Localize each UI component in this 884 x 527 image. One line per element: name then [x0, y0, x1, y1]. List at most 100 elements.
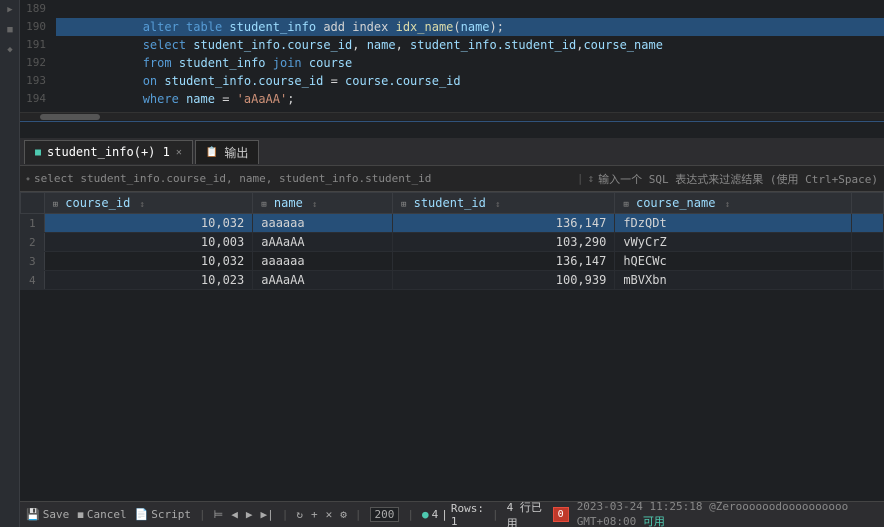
code-line-189: alter table student_info add index idx_n…: [56, 0, 884, 18]
settings-item[interactable]: ⚙: [340, 508, 347, 521]
scroll-indicator: [20, 121, 884, 122]
zero-button[interactable]: 0: [553, 507, 569, 522]
nav-next-icon: ▶: [246, 508, 253, 521]
table-row[interactable]: 210,003aAAaAA103,290vWyCrZ: [21, 233, 884, 252]
timezone-info: GMT+08:00: [577, 515, 637, 527]
tab-label-student-info: student_info(+) 1: [47, 145, 170, 159]
refresh-icon: ↻: [296, 508, 303, 521]
gutter-icon-3: ◆: [0, 40, 20, 60]
nav-prev[interactable]: ◀: [231, 508, 238, 521]
col-prefix-icon-3: ⊞: [401, 200, 406, 210]
refresh-item[interactable]: ↻: [296, 508, 303, 521]
sql-input-bar: ⬩ select student_info.course_id, name, s…: [20, 166, 884, 192]
col-header-name[interactable]: ⊞ name ↕: [253, 193, 393, 214]
time-info: 2023-03-24 11:25:18 @Zeroooooodooooooooo…: [577, 500, 878, 527]
cell-course_name-4: mBVXbn: [615, 271, 851, 290]
table-row[interactable]: 410,023aAAaAA100,939mBVXbn: [21, 271, 884, 290]
cell-course_id-4: 10,023: [44, 271, 253, 290]
sep-3: |: [355, 508, 362, 521]
cell-student_id-2: 103,290: [392, 233, 614, 252]
script-item[interactable]: 📄 Script: [135, 508, 191, 521]
row-number-3: 3: [21, 252, 45, 271]
cell-course_id-1: 10,032: [44, 214, 253, 233]
save-label: Save: [43, 508, 70, 521]
limit-item[interactable]: 200: [370, 507, 400, 522]
row-number-2: 2: [21, 233, 45, 252]
cell-empty-2: [851, 233, 883, 252]
tab-close-icon[interactable]: ✕: [176, 147, 182, 158]
cell-name-2: aAAaAA: [253, 233, 393, 252]
table-header-row: ⊞ course_id ↕ ⊞ name ↕ ⊞ student_id: [21, 193, 884, 214]
nav-last-icon: ▶|: [261, 508, 274, 521]
nav-first[interactable]: ⊨: [214, 508, 224, 521]
script-icon: 📄: [135, 508, 149, 521]
col-header-student-id[interactable]: ⊞ student_id ↕: [392, 193, 614, 214]
save-item[interactable]: 💾 Save: [26, 508, 69, 521]
add-item[interactable]: +: [311, 508, 318, 521]
col-sort-icon[interactable]: ↕: [140, 200, 145, 210]
editor-scrollbar[interactable]: [20, 112, 884, 120]
code-area: 189 190 191 192 193 194 195 alter table …: [20, 0, 884, 112]
code-content[interactable]: alter table student_info add index idx_n…: [52, 0, 884, 112]
col-sort-icon-3[interactable]: ↕: [495, 200, 500, 210]
cell-empty-1: [851, 214, 883, 233]
table-row[interactable]: 110,032aaaaaa136,147fDzQDt: [21, 214, 884, 233]
line-numbers: 189 190 191 192 193 194 195: [20, 0, 52, 112]
col-prefix-icon-2: ⊞: [261, 200, 266, 210]
cell-empty-3: [851, 252, 883, 271]
cell-course_id-3: 10,032: [44, 252, 253, 271]
col-header-empty: [851, 193, 883, 214]
cancel-item[interactable]: ◼ Cancel: [77, 508, 126, 521]
col-sort-icon-4[interactable]: ↕: [725, 200, 730, 210]
cell-student_id-1: 136,147: [392, 214, 614, 233]
cell-name-4: aAAaAA: [253, 271, 393, 290]
cell-course_id-2: 10,003: [44, 233, 253, 252]
sep-4: |: [407, 508, 414, 521]
tab-output[interactable]: 📋 输出: [195, 140, 259, 164]
sep-5: |: [492, 508, 499, 521]
zero-label: 0: [558, 509, 564, 520]
cancel-label: Cancel: [87, 508, 127, 521]
col-label-student-id: student_id: [414, 196, 486, 210]
limit-value[interactable]: 200: [370, 507, 400, 522]
delete-item[interactable]: ✕: [326, 508, 333, 521]
editor-scrollbar-thumb[interactable]: [40, 114, 100, 120]
tab-student-info[interactable]: ■ student_info(+) 1 ✕: [24, 140, 193, 164]
nav-first-icon: ⊨: [214, 508, 224, 521]
script-label: Script: [151, 508, 191, 521]
rows-count: 4: [432, 508, 439, 521]
time-display: 2023-03-24 11:25:18: [577, 500, 703, 513]
row-number-4: 4: [21, 271, 45, 290]
code-editor: 189 190 191 192 193 194 195 alter table …: [20, 0, 884, 138]
gutter-icon-2: ■: [0, 20, 20, 40]
tab-db-icon: ■: [35, 147, 41, 158]
settings-icon: ⚙: [340, 508, 347, 521]
gutter-icon-1: ▶: [0, 0, 20, 20]
results-table-container[interactable]: ⊞ course_id ↕ ⊞ name ↕ ⊞ student_id: [20, 192, 884, 501]
sql-filter-icon: ⬩: [26, 172, 30, 186]
rows-count-item: ● 4 | Rows: 1: [422, 502, 484, 527]
status-bar: 💾 Save ◼ Cancel 📄 Script | ⊨ ◀ ▶ ▶|: [20, 501, 884, 527]
cell-name-1: aaaaaa: [253, 214, 393, 233]
col-header-course-name[interactable]: ⊞ course_name ↕: [615, 193, 851, 214]
nav-next[interactable]: ▶: [246, 508, 253, 521]
results-table: ⊞ course_id ↕ ⊞ name ↕ ⊞ student_id: [20, 192, 884, 290]
user-info: @Zeroooooodoooooooooo: [709, 500, 848, 513]
col-label-name: name: [274, 196, 303, 210]
delete-icon: ✕: [326, 508, 333, 521]
left-gutter: ▶ ■ ◆: [0, 0, 20, 527]
tab-bar: ■ student_info(+) 1 ✕ 📋 输出: [20, 138, 884, 166]
nav-last[interactable]: ▶|: [261, 508, 274, 521]
cell-empty-4: [851, 271, 883, 290]
cancel-icon: ◼: [77, 508, 84, 521]
table-row[interactable]: 310,032aaaaaa136,147hQECWc: [21, 252, 884, 271]
rows-label-2: Rows: 1: [451, 502, 484, 527]
sep-2: |: [282, 508, 289, 521]
sep-1: |: [199, 508, 206, 521]
nav-prev-icon: ◀: [231, 508, 238, 521]
col-header-course-id[interactable]: ⊞ course_id ↕: [44, 193, 253, 214]
sql-preview-text: select student_info.course_id, name, stu…: [34, 172, 573, 185]
col-sort-icon-2[interactable]: ↕: [312, 200, 317, 210]
col-prefix-icon: ⊞: [53, 200, 58, 210]
sort-icon-1: ↕: [588, 172, 595, 185]
